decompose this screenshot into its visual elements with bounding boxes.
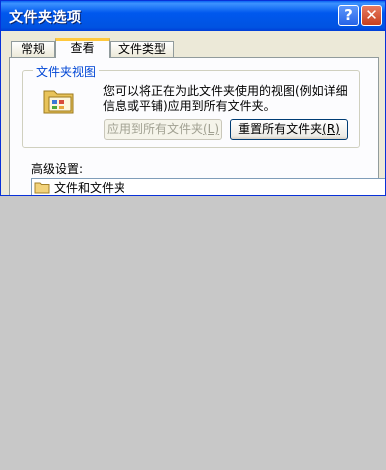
advanced-settings-label: 高级设置: <box>31 162 84 176</box>
title-bar[interactable]: 文件夹选项 ? ✕ <box>1 1 385 31</box>
tab-file-types[interactable]: 文件类型 <box>110 41 174 57</box>
tab-general[interactable]: 常规 <box>11 41 55 57</box>
reset-button-label: 重置所有文件夹 <box>238 122 323 136</box>
tree-item-files-and-folders[interactable]: 文件和文件夹 <box>54 179 124 195</box>
reset-button-accel: (R) <box>322 122 340 136</box>
window-title: 文件夹选项 <box>9 10 82 26</box>
apply-button-accel: (L) <box>202 122 220 136</box>
folder-views-description: 您可以将正在为此文件夹使用的视图(例如详细信息或平铺)应用到所有文件夹。 <box>103 84 348 113</box>
close-button[interactable]: ✕ <box>361 5 382 26</box>
tab-strip: 常规 查看 文件类型 <box>9 38 377 58</box>
tab-view[interactable]: 查看 <box>55 38 110 58</box>
help-button[interactable]: ? <box>338 5 359 26</box>
apply-to-all-folders-button[interactable]: 应用到所有文件夹(L) <box>104 119 222 140</box>
reset-all-folders-button[interactable]: 重置所有文件夹(R) <box>230 119 348 140</box>
folder-views-title: 文件夹视图 <box>33 63 100 80</box>
folder-icon <box>34 182 50 194</box>
folder-options-dialog: 文件夹选项 ? ✕ 常规 查看 文件类型 文件夹视图 您可以将正在为此文件夹使用… <box>0 0 386 196</box>
folder-view-icon <box>43 90 74 114</box>
apply-button-label: 应用到所有文件夹 <box>106 122 203 136</box>
